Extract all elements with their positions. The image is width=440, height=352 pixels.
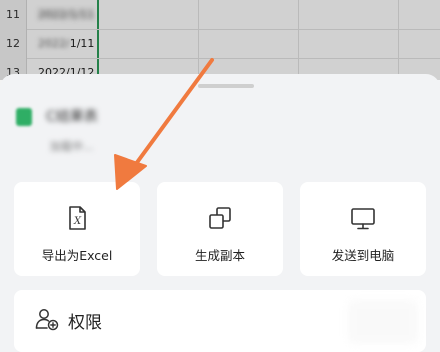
annotation-arrow-icon [114, 58, 214, 190]
